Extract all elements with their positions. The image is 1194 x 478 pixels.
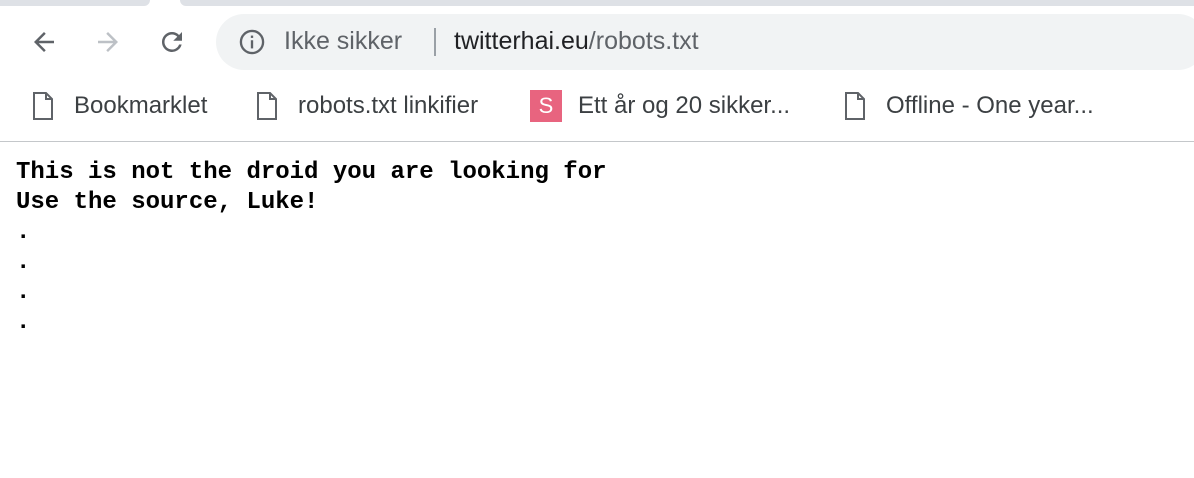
page-icon	[257, 92, 277, 120]
bookmark-label: Offline - One year...	[886, 92, 1094, 119]
content-line: .	[16, 249, 31, 276]
toolbar-divider	[0, 141, 1194, 142]
bookmark-offline[interactable]: Offline - One year...	[844, 84, 1094, 128]
url-path: /robots.txt	[588, 27, 699, 55]
content-line: .	[16, 279, 31, 306]
page-icon	[33, 92, 53, 120]
reload-icon	[161, 31, 182, 52]
arrow-right-icon	[98, 32, 118, 52]
omnibox-separator	[434, 28, 436, 56]
bookmarks-bar: Bookmarklet robots.txt linkifier S Ett å…	[0, 84, 1194, 128]
bookmark-bookmarklet[interactable]: Bookmarklet	[32, 84, 207, 128]
s-favicon-icon: S	[530, 90, 562, 122]
browser-toolbar: Ikke sikker twitterhai.eu/robots.txt Boo…	[0, 0, 1194, 142]
security-label[interactable]: Ikke sikker	[284, 27, 402, 56]
content-line: .	[16, 309, 31, 336]
bookmark-label: Ett år og 20 sikker...	[578, 92, 791, 119]
page-content: This is not the droid you are looking fo…	[16, 158, 607, 338]
reload-button[interactable]	[152, 22, 192, 62]
info-icon[interactable]	[238, 28, 266, 56]
content-line: Use the source, Luke!	[16, 189, 319, 216]
tab-strip-edge	[0, 0, 150, 6]
bookmark-label: Bookmarklet	[74, 92, 208, 119]
arrow-left-icon	[34, 32, 54, 52]
back-button[interactable]	[24, 22, 64, 62]
bookmark-robots-linkifier[interactable]: robots.txt linkifier	[256, 84, 478, 128]
page-icon	[845, 92, 865, 120]
url-host: twitterhai.eu	[454, 27, 589, 55]
url-text[interactable]: twitterhai.eu/robots.txt	[454, 27, 699, 56]
address-bar[interactable]: Ikke sikker twitterhai.eu/robots.txt	[216, 14, 1194, 70]
bookmark-ett-ar[interactable]: S Ett år og 20 sikker...	[530, 84, 790, 128]
forward-button[interactable]	[88, 22, 128, 62]
content-line: This is not the droid you are looking fo…	[16, 159, 607, 186]
content-line: .	[16, 219, 31, 246]
tab-strip-edge	[180, 0, 1194, 6]
bookmark-label: robots.txt linkifier	[298, 92, 479, 119]
